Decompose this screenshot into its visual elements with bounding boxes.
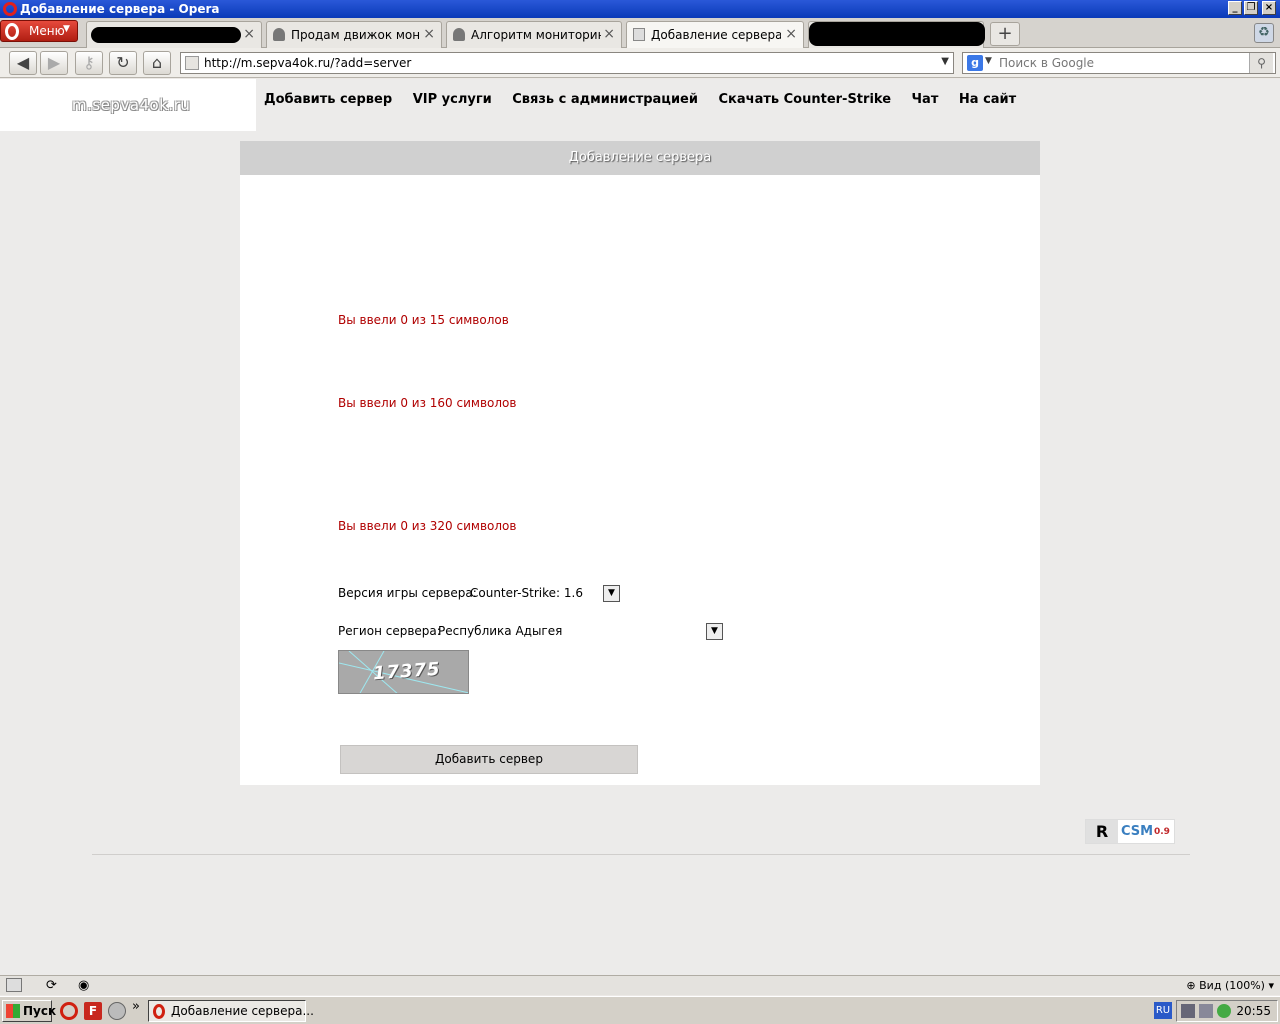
chevron-down-icon[interactable]: ▼ (603, 585, 620, 602)
cs-favicon-icon (633, 28, 645, 41)
search-placeholder: Поиск в Google (999, 56, 1095, 70)
tab-redacted-2[interactable] (808, 21, 985, 48)
filezilla-icon[interactable]: F (84, 1002, 102, 1020)
nav-link-add-server[interactable]: Добавить сервер (264, 92, 392, 107)
nav-link-chat[interactable]: Чат (912, 92, 939, 107)
add-server-button[interactable]: Добавить сервер (340, 745, 638, 774)
chevron-down-icon[interactable]: ▼ (985, 56, 992, 66)
nav-link-to-site[interactable]: На сайт (959, 92, 1016, 107)
opera-quicklaunch-icon[interactable] (60, 1002, 78, 1020)
task-label: Добавление сервера... (171, 1004, 314, 1018)
site-nav: Добавить сервер VIP услуги Связь с админ… (264, 92, 1032, 107)
csm-badge[interactable]: R CSM 0.9 (1085, 819, 1175, 844)
tab-strip: Меню ▼ × Продам движок монито… × Алгорит… (0, 18, 1280, 49)
app-quicklaunch-icon[interactable] (108, 1002, 126, 1020)
chevron-down-icon[interactable]: ▼ (941, 56, 949, 67)
restore-button[interactable]: ❐ (1244, 1, 1258, 15)
system-tray: 20:55 (1176, 1000, 1278, 1022)
windows-logo-icon (6, 1004, 20, 1018)
version-value: Counter-Strike: 1.6 (470, 586, 583, 600)
close-tab-icon[interactable]: × (243, 26, 255, 42)
redacted-block (91, 27, 241, 43)
antivirus-icon[interactable] (1217, 1004, 1231, 1018)
zoom-text: Вид (100%) (1199, 979, 1265, 992)
new-tab-button[interactable]: + (990, 22, 1020, 46)
chevron-down-icon: ▼ (63, 24, 70, 34)
window-title: Добавление сервера - Opera (20, 2, 220, 16)
footer-divider (92, 854, 1190, 855)
close-tab-icon[interactable]: × (423, 26, 435, 42)
tab-add-server[interactable]: Добавление сервера × (626, 21, 804, 49)
nav-link-download-cs[interactable]: Скачать Counter-Strike (719, 92, 892, 107)
tab-label: Продам движок монито… (291, 28, 421, 42)
nav-link-vip[interactable]: VIP услуги (413, 92, 492, 107)
opera-logo-icon (3, 2, 17, 16)
user-avatar-icon (453, 28, 465, 41)
navigation-bar: ◀ ▶ ⚷ ↻ ⌂ http://m.sepva4ok.ru/?add=serv… (0, 48, 1280, 78)
captcha-image: 17375 (338, 650, 469, 694)
taskbar-item-opera[interactable]: Добавление сервера... (148, 1000, 314, 1022)
panel-title: Добавление сервера (240, 141, 1040, 175)
region-value: Республика Адыгея (438, 624, 563, 638)
zoom-icon: ⊕ (1186, 979, 1200, 992)
start-label: Пуск (23, 1004, 57, 1018)
url-text: http://m.sepva4ok.ru/?add=server (204, 56, 412, 70)
version-label: Версия игры сервера: (338, 586, 477, 600)
reload-button[interactable]: ↻ (109, 51, 137, 75)
key-icon[interactable]: ⚷ (75, 51, 103, 75)
status-bar: ⟳ ◉ ⊕ Вид (100%) ▾ (0, 975, 1280, 995)
region-select[interactable]: Республика Адыгея ▼ (438, 623, 723, 641)
tab-redacted-1[interactable]: × (86, 21, 262, 48)
user-avatar-icon (273, 28, 285, 41)
search-icon[interactable]: ⚲ (1249, 53, 1273, 73)
badge-letter: R (1086, 820, 1118, 843)
minimize-button[interactable]: _ (1228, 1, 1242, 15)
trash-icon[interactable]: ♻ (1254, 23, 1274, 43)
char-counter-15: Вы ввели 0 из 15 символов (338, 313, 509, 327)
close-window-button[interactable]: × (1262, 1, 1276, 15)
tab-algoritm[interactable]: Алгоритм мониторинга … × (446, 21, 622, 48)
badge-version: 0.9 (1154, 827, 1170, 837)
region-label: Регион сервера: (338, 624, 441, 638)
site-logo[interactable]: m.sepva4ok.ru (0, 79, 256, 131)
sync-icon[interactable]: ⟳ (46, 978, 62, 993)
opera-logo-icon (153, 1004, 165, 1019)
redacted-block (809, 22, 985, 46)
google-icon[interactable]: g (967, 55, 983, 71)
network-icon[interactable] (1181, 1004, 1195, 1018)
menu-label: Меню (29, 24, 65, 38)
search-input[interactable]: g ▼ Поиск в Google ⚲ (962, 52, 1276, 74)
windows-taskbar: Пуск F » Добавление сервера... RU 20:55 (0, 996, 1280, 1024)
close-tab-icon[interactable]: × (785, 26, 797, 42)
site-favicon-icon (185, 56, 199, 70)
back-button[interactable]: ◀ (9, 51, 37, 75)
char-counter-160: Вы ввели 0 из 160 символов (338, 396, 517, 410)
logo-text: m.sepva4ok.ru (72, 96, 191, 114)
tab-label: Алгоритм мониторинга … (471, 28, 601, 42)
start-button[interactable]: Пуск (2, 1000, 56, 1022)
opera-logo-icon (5, 23, 19, 40)
page-viewport: m.sepva4ok.ru Добавить сервер VIP услуги… (0, 79, 1280, 975)
home-button[interactable]: ⌂ (143, 51, 171, 75)
clock[interactable]: 20:55 (1236, 1004, 1271, 1018)
add-server-panel: Добавление сервера Вы ввели 0 из 15 симв… (240, 141, 1040, 785)
volume-icon[interactable] (1199, 1004, 1213, 1018)
char-counter-320: Вы ввели 0 из 320 символов (338, 519, 517, 533)
language-indicator[interactable]: RU (1154, 1002, 1172, 1019)
window-titlebar: Добавление сервера - Opera _ ❐ × (0, 0, 1280, 18)
tab-label: Добавление сервера (651, 28, 781, 42)
chevron-down-icon[interactable]: ▼ (706, 623, 723, 640)
version-select[interactable]: Counter-Strike: 1.6 ▼ (470, 585, 620, 603)
badge-name: CSM (1121, 824, 1154, 839)
turbo-icon[interactable]: ◉ (78, 978, 94, 993)
tab-prodam-dvizhok[interactable]: Продам движок монито… × (266, 21, 442, 48)
panel-toggle-icon[interactable] (6, 978, 22, 992)
nav-link-contact[interactable]: Связь с администрацией (512, 92, 698, 107)
forward-button[interactable]: ▶ (40, 51, 68, 75)
address-field[interactable]: http://m.sepva4ok.ru/?add=server ▼ (180, 52, 954, 74)
opera-menu-button[interactable]: Меню ▼ (0, 20, 78, 42)
zoom-level[interactable]: ⊕ Вид (100%) ▾ (1186, 979, 1274, 992)
close-tab-icon[interactable]: × (603, 26, 615, 42)
